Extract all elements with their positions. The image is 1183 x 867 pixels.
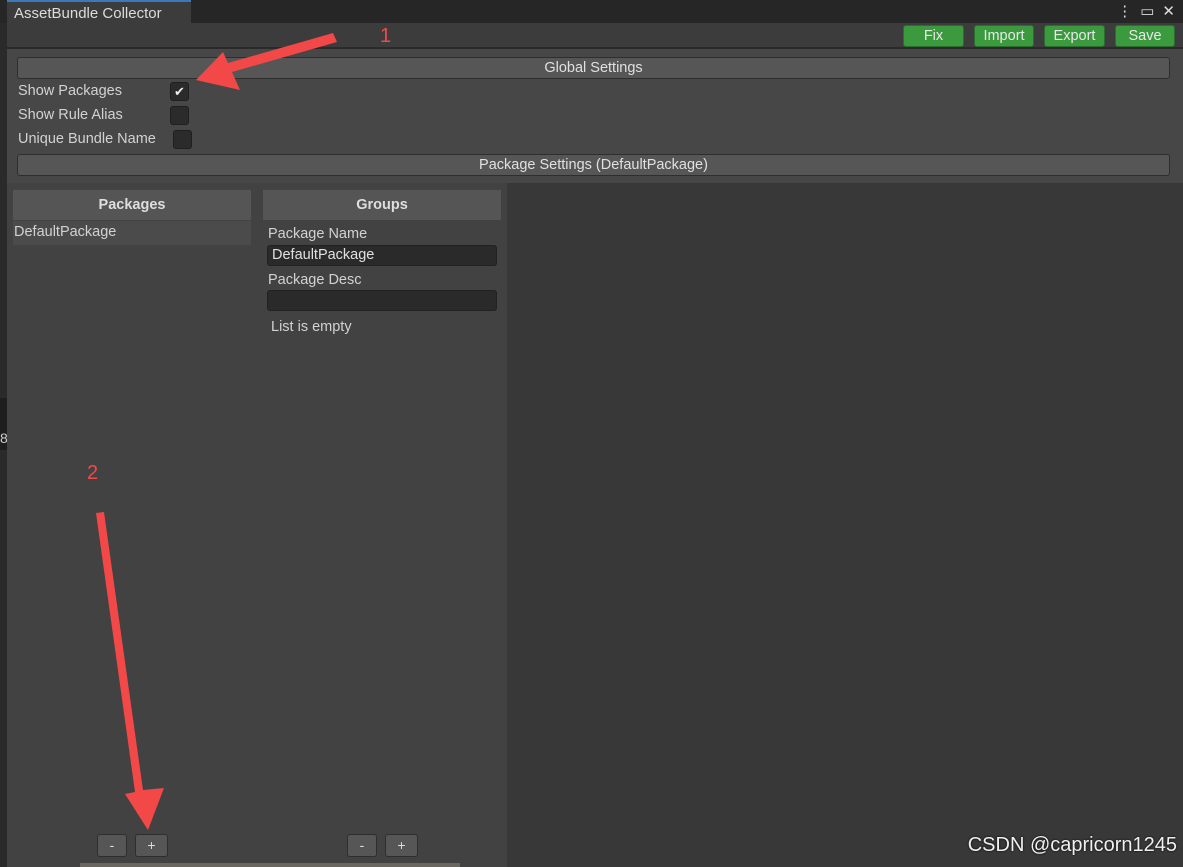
annotation-1: 1 bbox=[380, 25, 392, 47]
arrow-2 bbox=[96, 512, 164, 830]
arrow-1 bbox=[196, 33, 337, 90]
watermark: CSDN @capricorn1245 bbox=[967, 834, 1177, 856]
annotation-2: 2 bbox=[87, 462, 99, 484]
annotation-arrows bbox=[96, 33, 337, 830]
